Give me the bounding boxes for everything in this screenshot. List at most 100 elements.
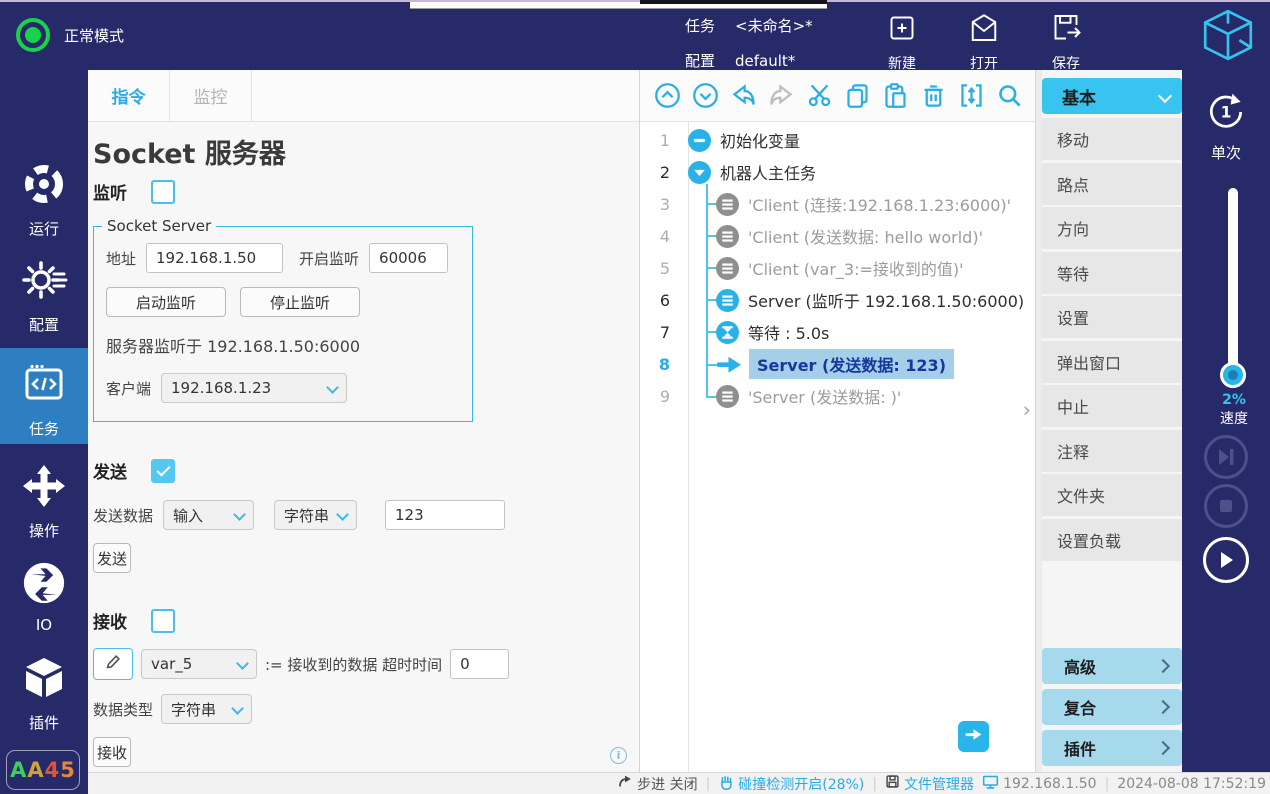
palette-item-abort[interactable]: 中止 <box>1042 385 1182 427</box>
sidebar-item-label: 任务 <box>29 418 59 439</box>
receive-checkbox[interactable] <box>151 609 175 633</box>
sidebar-item-label: IO <box>36 616 52 634</box>
palette-item-folder[interactable]: 文件夹 <box>1042 474 1182 516</box>
sidebar-item-operate[interactable]: 操作 <box>0 458 88 544</box>
start-listen-button[interactable]: 启动监听 <box>106 287 226 317</box>
search-icon[interactable] <box>995 81 1024 110</box>
tree-row[interactable]: 5 'Client (var_3:=接收到的值)' <box>640 252 1035 284</box>
tree-row-label: 机器人主任务 <box>720 160 816 184</box>
tree-row[interactable]: 6 Server (监听于 192.168.1.50:6000) <box>640 284 1035 316</box>
cut-icon[interactable] <box>805 81 834 110</box>
sidebar-item-io[interactable]: IO <box>0 556 88 636</box>
user-badge[interactable]: AA45 <box>6 750 80 790</box>
palette-item-direction[interactable]: 方向 <box>1042 207 1182 249</box>
port-input[interactable]: 60006 <box>369 243 448 273</box>
tree-row-selected[interactable]: 8 Server (发送数据: 123) <box>640 348 1035 380</box>
replace-icon[interactable] <box>957 81 986 110</box>
palette-item-comment[interactable]: 注释 <box>1042 430 1182 472</box>
data-type-select[interactable]: 字符串 <box>161 694 252 724</box>
send-checkbox[interactable] <box>151 459 175 483</box>
sidebar-item-label: 插件 <box>29 712 59 733</box>
palette-section-composite[interactable]: 复合 <box>1042 689 1182 725</box>
palette-section-plugin[interactable]: 插件 <box>1042 730 1182 766</box>
send-data-input[interactable]: 123 <box>385 500 505 530</box>
collision-detect-status[interactable]: 碰撞检测开启(28%) <box>718 774 864 794</box>
speed-slider-thumb[interactable] <box>1220 362 1246 388</box>
monitor-icon <box>982 774 999 794</box>
separator: | <box>872 776 877 792</box>
receive-button[interactable]: 接收 <box>93 737 131 767</box>
cube-icon <box>20 654 68 706</box>
edit-variable-button[interactable] <box>93 648 133 680</box>
open-task-button[interactable]: 打开 <box>956 10 1012 73</box>
stop-button[interactable] <box>1204 484 1248 528</box>
minus-circle-icon <box>688 129 711 152</box>
receive-label: 接收 <box>93 608 127 633</box>
delete-icon[interactable] <box>919 81 948 110</box>
groupbox-title: Socket Server <box>102 217 216 235</box>
listen-checkbox[interactable] <box>151 180 175 204</box>
palette-item-popup[interactable]: 弹出窗口 <box>1042 341 1182 383</box>
socket-server-form: Socket 服务器 监听 Socket Server 地址 192.168.1… <box>88 122 639 772</box>
single-run-toggle[interactable]: 1 单次 <box>1182 90 1270 163</box>
instruction-palette: 基本 移动 路点 方向 等待 设置 弹出窗口 中止 注释 文件夹 设置负载 高级… <box>1042 70 1182 772</box>
palette-section-advanced[interactable]: 高级 <box>1042 648 1182 684</box>
sidebar-item-label: 操作 <box>29 520 59 541</box>
tree-row[interactable]: 3 'Client (连接:192.168.1.23:6000)' <box>640 188 1035 220</box>
send-button[interactable]: 发送 <box>93 543 131 573</box>
tree-row[interactable]: 1 初始化变量 <box>640 124 1035 156</box>
new-task-button[interactable]: 新建 <box>874 10 930 73</box>
palette-item-set[interactable]: 设置 <box>1042 296 1182 338</box>
send-data-label: 发送数据 <box>93 505 153 526</box>
speed-slider-track[interactable] <box>1228 188 1238 388</box>
next-step-button[interactable] <box>958 721 989 752</box>
line-number: 5 <box>640 259 680 278</box>
send-mode-select[interactable]: 输入 <box>163 500 254 530</box>
send-type-select[interactable]: 字符串 <box>274 500 357 530</box>
palette-header-basic[interactable]: 基本 <box>1042 78 1182 114</box>
address-input[interactable]: 192.168.1.50 <box>146 243 283 273</box>
disk-icon <box>885 774 900 793</box>
step-next-button[interactable] <box>1204 435 1248 479</box>
palette-item-waypoint[interactable]: 路点 <box>1042 163 1182 205</box>
speed-label: 速度 <box>1182 408 1270 428</box>
info-icon[interactable]: i <box>610 747 627 764</box>
receive-var-select[interactable]: var_5 <box>141 649 257 679</box>
tab-monitor[interactable]: 监控 <box>170 70 252 121</box>
play-button[interactable] <box>1203 537 1249 583</box>
tree-row-label: Server (发送数据: 123) <box>749 349 954 379</box>
sidebar-item-config[interactable]: 配置 <box>0 252 88 338</box>
sidebar-item-task[interactable]: 任务 <box>0 348 88 444</box>
sidebar-item-plugin[interactable]: 插件 <box>0 650 88 740</box>
svg-text:1: 1 <box>1221 104 1232 122</box>
listen-label: 监听 <box>93 179 127 204</box>
tree-row[interactable]: 7 等待 : 5.0s <box>640 316 1035 348</box>
palette-item-wait[interactable]: 等待 <box>1042 252 1182 294</box>
file-manager-link[interactable]: 文件管理器 <box>885 774 974 794</box>
tab-instruction[interactable]: 指令 <box>88 70 170 121</box>
paste-icon[interactable] <box>881 81 910 110</box>
program-tree: 1 初始化变量 2 机器人主任务 3 'Client (连接:192.168.1… <box>640 122 1035 772</box>
palette-item-move[interactable]: 移动 <box>1042 118 1182 160</box>
server-listen-status: 服务器监听于 192.168.1.50:6000 <box>106 333 460 357</box>
line-number: 1 <box>640 131 680 150</box>
redo-icon[interactable] <box>767 81 796 110</box>
tree-row[interactable]: 4 'Client (发送数据: hello world)' <box>640 220 1035 252</box>
robot-mode-indicator[interactable]: 正常模式 <box>16 18 124 52</box>
screenshot-artifact <box>0 0 1270 2</box>
tree-row[interactable]: 2 机器人主任务 <box>640 156 1035 188</box>
sidebar-item-run[interactable]: 运行 <box>0 156 88 242</box>
client-select[interactable]: 192.168.1.23 <box>161 373 347 403</box>
stop-listen-button[interactable]: 停止监听 <box>240 287 360 317</box>
palette-item-payload[interactable]: 设置负载 <box>1042 519 1182 561</box>
undo-icon[interactable] <box>729 81 758 110</box>
expand-panel-chevron[interactable]: › <box>1023 398 1031 422</box>
copy-icon[interactable] <box>843 81 872 110</box>
expand-all-icon[interactable] <box>691 81 720 110</box>
save-task-button[interactable]: 保存 <box>1038 10 1094 73</box>
timeout-input[interactable]: 0 <box>450 649 509 679</box>
code-window-icon <box>20 360 68 412</box>
collapse-all-icon[interactable] <box>653 81 682 110</box>
step-mode-status[interactable]: 步进 关闭 <box>617 774 697 794</box>
tree-row[interactable]: 9 'Server (发送数据: )' <box>640 380 1035 412</box>
